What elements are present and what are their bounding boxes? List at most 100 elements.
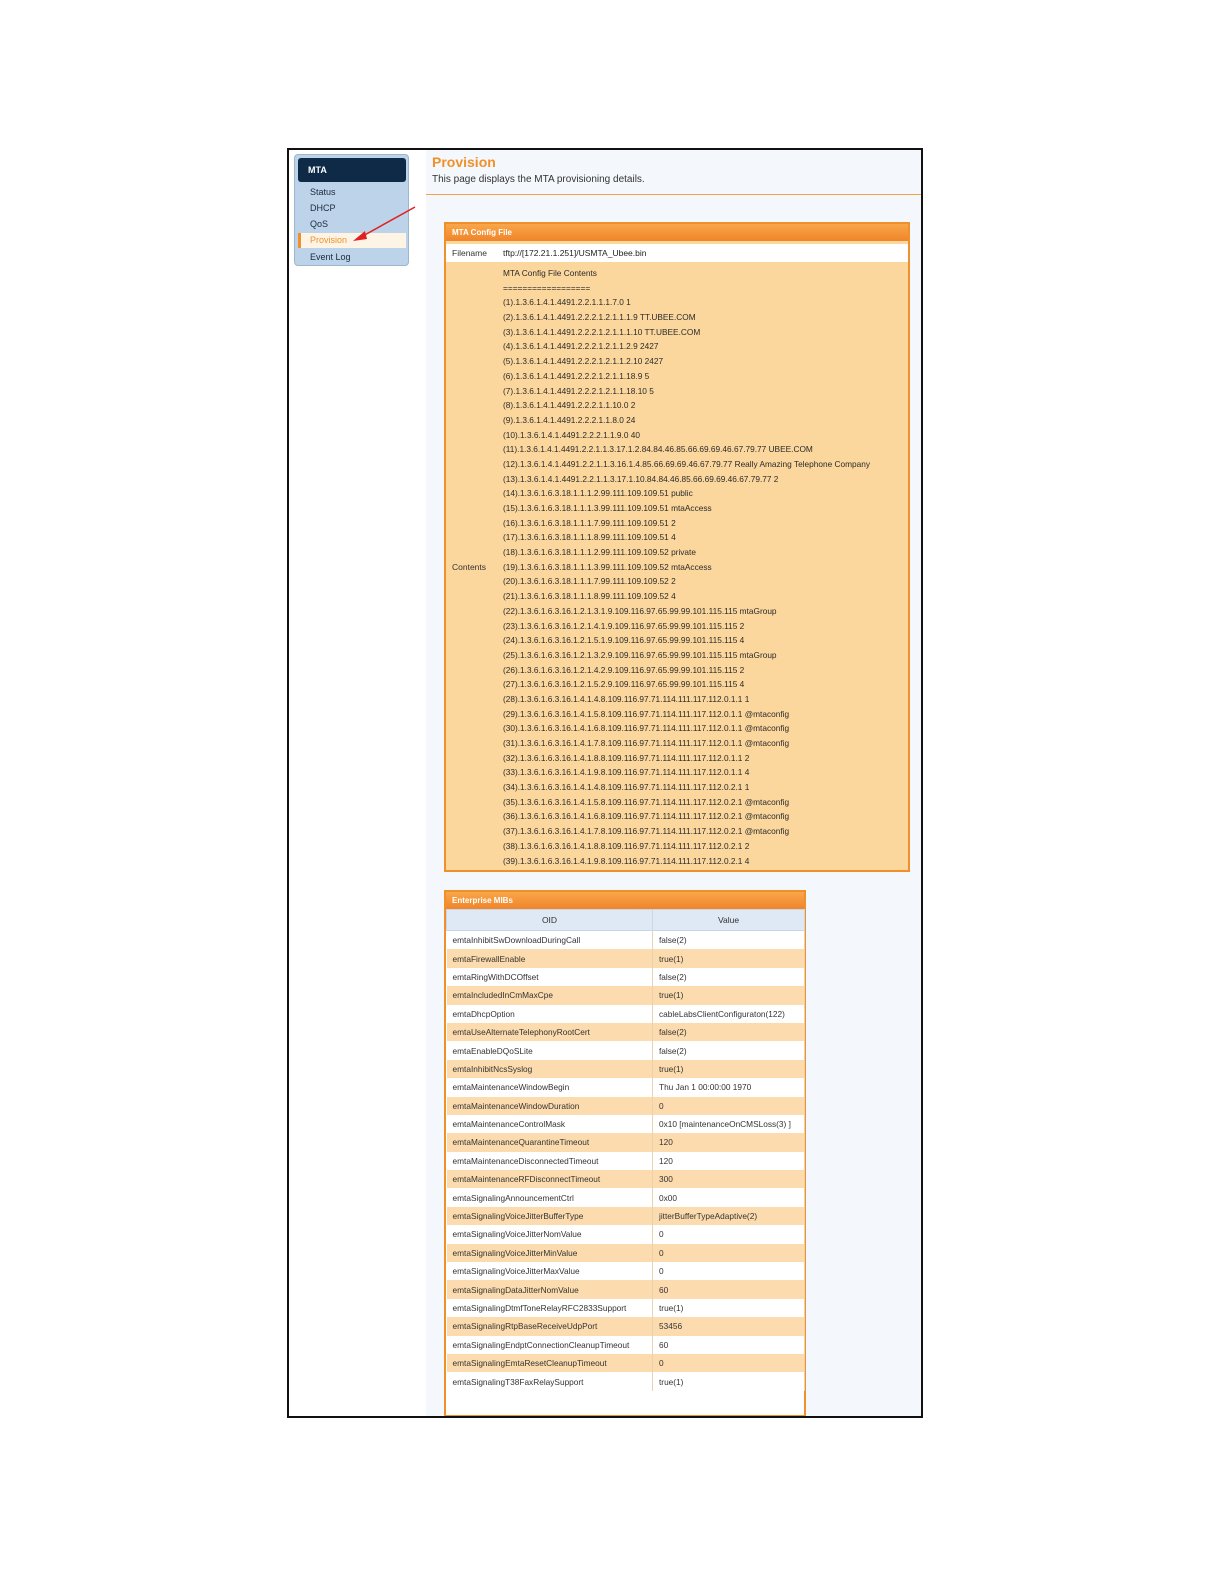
page-description: This page displays the MTA provisioning … [432, 174, 645, 185]
config-line: (21).1.3.6.1.6.3.18.1.1.1.8.99.111.109.1… [503, 591, 676, 602]
config-line: (6).1.3.6.1.4.1.4491.2.2.2.1.2.1.1.18.9 … [503, 370, 650, 381]
table-row: emtaSignalingVoiceJitterNomValue 0 [446, 1225, 805, 1244]
cell-value: 53456 [652, 1317, 805, 1336]
config-line: (12).1.3.6.1.4.1.4491.2.2.1.1.3.16.1.4.8… [503, 458, 871, 469]
cell-oid: emtaMaintenanceRFDisconnectTimeout [446, 1170, 653, 1189]
table-row: emtaSignalingDtmfToneRelayRFC2833Support… [446, 1298, 805, 1318]
table-row: emtaFirewallEnable true(1) [446, 949, 805, 968]
config-line: (3).1.3.6.1.4.1.4491.2.2.2.1.2.1.1.1.10 … [503, 326, 701, 337]
sidebar-item-event-log[interactable]: Event Log [298, 250, 406, 265]
sidebar-item-status[interactable]: Status [298, 185, 406, 200]
cell-value: 0 [652, 1262, 805, 1281]
cell-oid: emtaInhibitSwDownloadDuringCall [446, 930, 653, 950]
enterprise-mibs-panel: Enterprise MIBs OID Value emtaInhibitSwD… [444, 890, 806, 1416]
table-row: emtaSignalingT38FaxRelaySupport true(1) [446, 1372, 805, 1391]
config-line: (36).1.3.6.1.6.3.16.1.4.1.6.8.109.116.97… [503, 811, 790, 822]
cell-value: true(1) [652, 1298, 805, 1318]
cell-value: 0x00 [652, 1188, 805, 1207]
table-row: emtaDhcpOption cableLabsClientConfigurato… [446, 1004, 805, 1023]
table-row: emtaRingWithDCOffset false(2) [446, 967, 805, 987]
table-row: emtaMaintenanceRFDisconnectTimeout 300 [446, 1170, 805, 1189]
sidebar-header: MTA [298, 158, 406, 182]
column-header-value: Value [652, 909, 805, 931]
config-line: (2).1.3.6.1.4.1.4491.2.2.2.1.2.1.1.1.9 T… [503, 312, 696, 323]
config-line: (37).1.3.6.1.6.3.16.1.4.1.7.8.109.116.97… [503, 826, 790, 837]
cell-value: 0 [652, 1096, 805, 1115]
table-row: emtaSignalingVoiceJitterBufferType jitter… [446, 1206, 805, 1226]
cell-oid: emtaFirewallEnable [446, 949, 653, 968]
cell-oid: emtaSignalingVoiceJitterMaxValue [446, 1262, 653, 1281]
cell-value: 300 [652, 1170, 805, 1189]
config-line: (29).1.3.6.1.6.3.16.1.4.1.5.8.109.116.97… [503, 708, 790, 719]
table-row: emtaSignalingDataJitterNomValue 60 [446, 1280, 805, 1299]
cell-value: 60 [652, 1335, 805, 1354]
cell-oid: emtaMaintenanceDisconnectedTimeout [446, 1151, 653, 1171]
config-line: (13).1.3.6.1.4.1.4491.2.2.1.1.3.17.1.10.… [503, 473, 779, 484]
config-line: (20).1.3.6.1.6.3.18.1.1.1.7.99.111.109.1… [503, 576, 676, 587]
filename-label: Filename [452, 248, 487, 258]
config-line: (17).1.3.6.1.6.3.18.1.1.1.8.99.111.109.1… [503, 532, 676, 543]
table-header-row: OID Value [446, 909, 805, 931]
config-line: (32).1.3.6.1.6.3.16.1.4.1.8.8.109.116.97… [503, 752, 750, 763]
cell-value: Thu Jan 1 00:00:00 1970 [652, 1078, 805, 1097]
config-line: (10).1.3.6.1.4.1.4491.2.2.2.1.1.9.0 40 [503, 429, 641, 440]
cell-oid: emtaMaintenanceWindowBegin [446, 1078, 653, 1097]
config-line: (4).1.3.6.1.4.1.4491.2.2.2.1.2.1.1.2.9 2… [503, 341, 659, 352]
browser-frame: MTA Status DHCP QoS Provision Event Log … [287, 148, 923, 1418]
cell-value: 0x10 [maintenanceOnCMSLoss(3) ] [652, 1114, 805, 1134]
title-divider [426, 194, 921, 195]
cell-oid: emtaUseAlternateTelephonyRootCert [446, 1022, 653, 1042]
config-line: (22).1.3.6.1.6.3.16.1.2.1.3.1.9.109.116.… [503, 605, 777, 616]
cell-value: true(1) [652, 1372, 805, 1391]
table-row: emtaMaintenanceControlMask 0x10 [maintena… [446, 1114, 805, 1134]
table-row: emtaSignalingRtpBaseReceiveUdpPort 53456 [446, 1317, 805, 1336]
config-line: (35).1.3.6.1.6.3.16.1.4.1.5.8.109.116.97… [503, 796, 790, 807]
cell-oid: emtaDhcpOption [446, 1004, 653, 1023]
config-line: (18).1.3.6.1.6.3.18.1.1.1.2.99.111.109.1… [503, 547, 696, 558]
table-row: emtaSignalingVoiceJitterMaxValue 0 [446, 1262, 805, 1281]
cell-oid: emtaRingWithDCOffset [446, 967, 653, 987]
config-line: (16).1.3.6.1.6.3.18.1.1.1.7.99.111.109.1… [503, 517, 676, 528]
cell-value: true(1) [652, 1059, 805, 1079]
cell-oid: emtaSignalingDataJitterNomValue [446, 1280, 653, 1299]
config-line: (8).1.3.6.1.4.1.4491.2.2.2.1.1.10.0 2 [503, 400, 636, 411]
table-row: emtaUseAlternateTelephonyRootCert false(2… [446, 1022, 805, 1042]
filename-row: Filename tftp://[172.21.1.251]/USMTA_Ube… [446, 244, 908, 262]
table-row: emtaIncludedInCmMaxCpe true(1) [446, 986, 805, 1005]
table-row: emtaSignalingEmtaResetCleanupTimeout 0 [446, 1353, 805, 1373]
table-row: emtaMaintenanceDisconnectedTimeout 120 [446, 1151, 805, 1171]
config-line: (11).1.3.6.1.4.1.4491.2.2.1.1.3.17.1.2.8… [503, 444, 813, 455]
cell-oid: emtaSignalingAnnouncementCtrl [446, 1188, 653, 1207]
cell-value: jitterBufferTypeAdaptive(2) [652, 1206, 805, 1226]
cell-value: false(2) [652, 967, 805, 987]
cell-oid: emtaSignalingVoiceJitterNomValue [446, 1225, 653, 1244]
cell-value: 0 [652, 1353, 805, 1373]
config-line: ================== [503, 282, 591, 293]
config-line: (14).1.3.6.1.6.3.18.1.1.1.2.99.111.109.1… [503, 488, 693, 499]
config-line: (15).1.3.6.1.6.3.18.1.1.1.3.99.111.109.1… [503, 503, 712, 513]
config-line: (7).1.3.6.1.4.1.4491.2.2.2.1.2.1.1.18.10… [503, 385, 654, 396]
config-line: (19).1.3.6.1.6.3.18.1.1.1.3.99.111.109.1… [503, 561, 712, 572]
config-line: (30).1.3.6.1.6.3.16.1.4.1.6.8.109.116.97… [503, 723, 790, 734]
table-row: emtaMaintenanceWindowDuration 0 [446, 1096, 805, 1115]
mibs-table: OID Value emtaInhibitSwDownloadDuringCal… [446, 909, 805, 1391]
cell-oid: emtaSignalingRtpBaseReceiveUdpPort [446, 1317, 653, 1336]
table-row: emtaSignalingAnnouncementCtrl 0x00 [446, 1188, 805, 1207]
config-line: (23).1.3.6.1.6.3.16.1.2.1.4.1.9.109.116.… [503, 620, 745, 631]
config-line: (26).1.3.6.1.6.3.16.1.2.1.4.2.9.109.116.… [503, 664, 745, 675]
main-content: Provision This page displays the MTA pro… [426, 150, 921, 1416]
filename-value: tftp://[172.21.1.251]/USMTA_Ubee.bin [503, 248, 647, 258]
table-row: emtaSignalingEndptConnectionCleanupTimeo… [446, 1335, 805, 1354]
cell-value: false(2) [652, 930, 805, 950]
config-line: (33).1.3.6.1.6.3.16.1.4.1.9.8.109.116.97… [503, 767, 750, 778]
config-line: (27).1.3.6.1.6.3.16.1.2.1.5.2.9.109.116.… [503, 679, 745, 690]
cell-value: 0 [652, 1243, 805, 1263]
cell-value: 120 [652, 1151, 805, 1171]
red-arrow-annotation [353, 206, 416, 241]
cell-oid: emtaSignalingEndptConnectionCleanupTimeo… [446, 1335, 653, 1354]
config-line: (5).1.3.6.1.4.1.4491.2.2.2.1.2.1.1.2.10 … [503, 356, 664, 367]
cell-oid: emtaSignalingVoiceJitterMinValue [446, 1243, 653, 1263]
panel-header: MTA Config File [446, 224, 908, 241]
cell-value: false(2) [652, 1022, 805, 1042]
cell-oid: emtaInhibitNcsSyslog [446, 1059, 653, 1079]
